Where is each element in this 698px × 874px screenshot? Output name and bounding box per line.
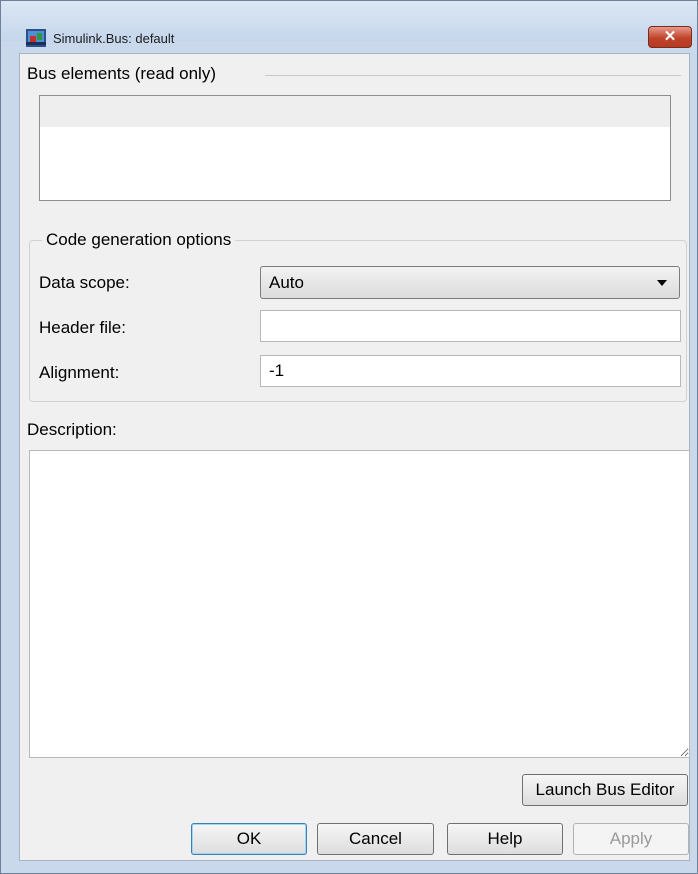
code-generation-legend: Code generation options <box>42 230 236 250</box>
cancel-button[interactable]: Cancel <box>317 823 434 855</box>
simulink-bus-icon <box>25 27 47 49</box>
apply-button[interactable]: Apply <box>573 823 689 855</box>
header-file-label: Header file: <box>39 318 126 337</box>
chevron-down-icon <box>657 280 667 286</box>
window-title: Simulink.Bus: default <box>53 31 175 46</box>
help-button[interactable]: Help <box>447 823 563 855</box>
alignment-label: Alignment: <box>39 363 120 382</box>
description-label: Description: <box>27 420 117 439</box>
data-scope-label: Data scope: <box>39 273 130 292</box>
bus-elements-divider <box>265 75 681 76</box>
close-button[interactable]: ✕ <box>648 26 692 48</box>
header-file-input[interactable] <box>260 310 681 342</box>
description-textarea[interactable] <box>29 450 690 758</box>
dialog-window: Simulink.Bus: default ✕ Bus elements (re… <box>0 0 698 874</box>
dialog-body: Bus elements (read only) Code generation… <box>19 53 690 861</box>
launch-bus-editor-button[interactable]: Launch Bus Editor <box>522 774 688 806</box>
bus-elements-list[interactable] <box>39 95 671 201</box>
close-icon: ✕ <box>663 28 677 45</box>
bus-elements-legend: Bus elements (read only) <box>27 64 220 84</box>
bus-elements-list-header <box>40 96 670 127</box>
data-scope-value: Auto <box>269 273 304 292</box>
ok-button[interactable]: OK <box>191 823 307 855</box>
data-scope-dropdown[interactable]: Auto <box>260 266 680 299</box>
title-bar[interactable]: Simulink.Bus: default ✕ <box>1 1 697 48</box>
alignment-input[interactable] <box>260 355 681 387</box>
